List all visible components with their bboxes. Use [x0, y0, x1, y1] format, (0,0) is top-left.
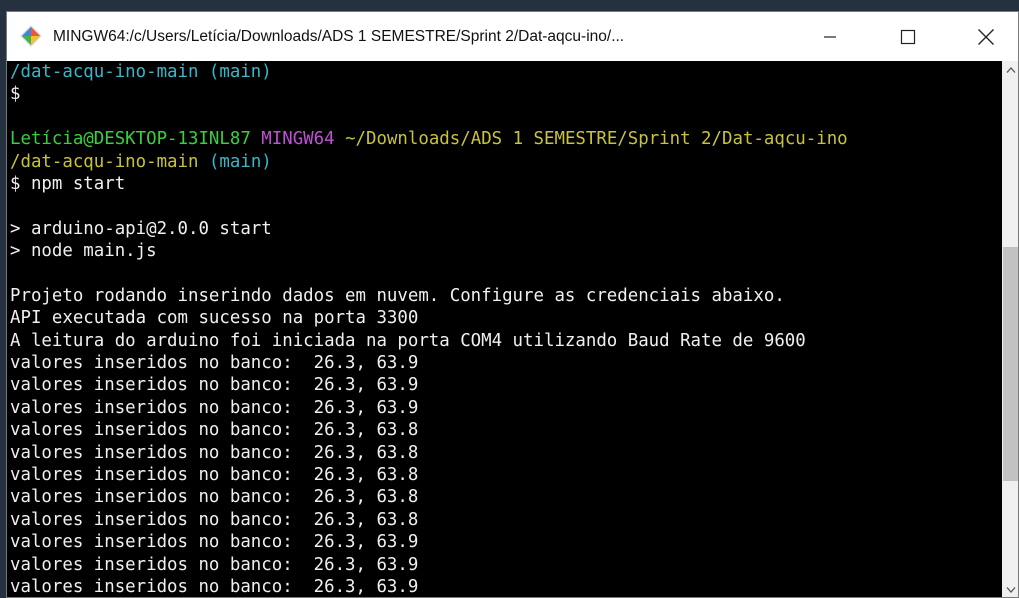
- output-line: valores inseridos no banco: 26.3, 63.9: [10, 397, 419, 418]
- title-bar[interactable]: MINGW64:/c/Users/Letícia/Downloads/ADS 1…: [7, 12, 1018, 61]
- prompt-branch: (main): [208, 151, 272, 172]
- output-line: valores inseridos no banco: 26.3, 63.9: [10, 353, 419, 374]
- close-icon: [978, 28, 994, 45]
- maximize-button[interactable]: [885, 12, 931, 61]
- output-line: Projeto rodando inserindo dados em nuvem…: [10, 285, 785, 306]
- scroll-up-button[interactable]: [1002, 61, 1018, 79]
- desktop-background: MINGW64:/c/Users/Letícia/Downloads/ADS 1…: [0, 0, 1019, 598]
- prompt-line-cont: /dat-acqu-ino-main (main): [10, 151, 1002, 173]
- prompt-line: Letícia@DESKTOP-13INL87 MINGW64 ~/Downlo…: [10, 128, 1002, 150]
- maximize-icon: [900, 29, 916, 44]
- minimize-button[interactable]: [807, 12, 853, 61]
- terminal-output[interactable]: /dat-acqu-ino-main (main) $ Letícia@DESK…: [7, 61, 1002, 597]
- window-title: MINGW64:/c/Users/Letícia/Downloads/ADS 1…: [53, 28, 625, 45]
- output-line: valores inseridos no banco: 26.3, 63.8: [10, 487, 419, 508]
- output-line: valores inseridos no banco: 26.3, 63.9: [10, 554, 419, 575]
- output-line: valores inseridos no banco: 26.3, 63.9: [10, 576, 419, 597]
- minimize-icon: [824, 35, 836, 38]
- output-line: valores inseridos no banco: 26.3, 63.9: [10, 532, 419, 553]
- output-line: valores inseridos no banco: 26.3, 63.9: [10, 375, 419, 396]
- prompt-path: ~/Downloads/ADS 1 SEMESTRE/Sprint 2/Dat-…: [345, 129, 848, 150]
- prompt-path-cont: /dat-acqu-ino-main: [10, 151, 199, 172]
- output-line: API executada com sucesso na porta 3300: [10, 308, 419, 329]
- terminal-line: $: [10, 84, 21, 105]
- prompt-system: MINGW64: [261, 129, 335, 150]
- scroll-down-button[interactable]: [1002, 581, 1018, 597]
- git-bash-icon: [20, 25, 42, 47]
- output-line: valores inseridos no banco: 26.3, 63.8: [10, 509, 419, 530]
- script-line: > node main.js: [10, 241, 157, 262]
- chevron-down-icon: [1006, 587, 1016, 593]
- terminal-window[interactable]: MINGW64:/c/Users/Letícia/Downloads/ADS 1…: [6, 11, 1019, 598]
- terminal-line: /dat-acqu-ino-main (main): [10, 62, 272, 82]
- output-line: valores inseridos no banco: 26.3, 63.8: [10, 420, 419, 441]
- command-line: $ npm start: [10, 173, 126, 194]
- output-line: valores inseridos no banco: 26.3, 63.8: [10, 442, 419, 463]
- prompt-user-host: Letícia@DESKTOP-13INL87: [10, 129, 251, 150]
- chevron-up-icon: [1006, 67, 1016, 73]
- close-button[interactable]: [963, 12, 1009, 61]
- output-line: valores inseridos no banco: 26.3, 63.8: [10, 465, 419, 486]
- scrollbar-thumb[interactable]: [1003, 247, 1018, 481]
- output-line: A leitura do arduino foi iniciada na por…: [10, 330, 806, 351]
- vertical-scrollbar[interactable]: [1002, 61, 1018, 597]
- script-line: > arduino-api@2.0.0 start: [10, 218, 272, 239]
